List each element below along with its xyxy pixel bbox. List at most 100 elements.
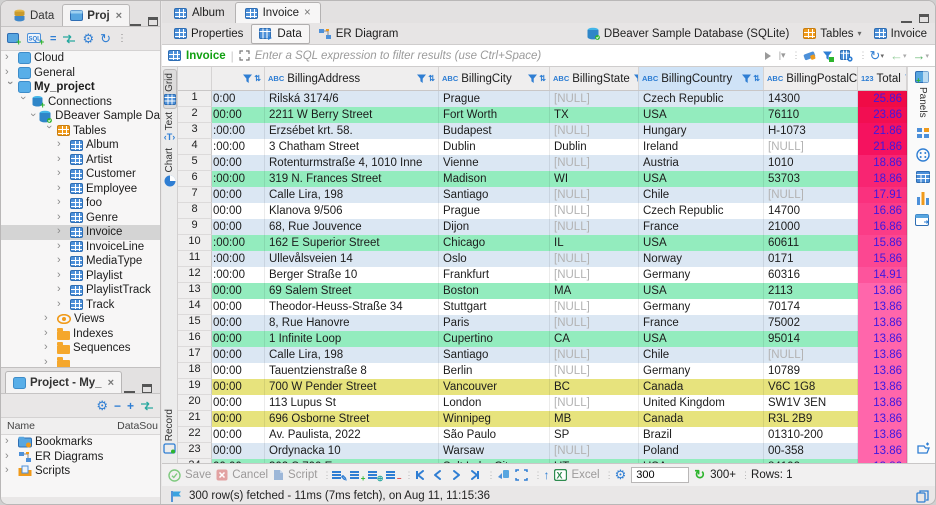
eraser-icon[interactable] bbox=[803, 50, 816, 61]
settings-gear-icon[interactable]: ⚙ bbox=[82, 31, 94, 47]
row-number[interactable]: 17 bbox=[178, 347, 212, 363]
cell-total[interactable]: 23.86 bbox=[858, 107, 907, 123]
minimize-view-icon[interactable] bbox=[130, 17, 141, 26]
value-viewer-icon[interactable] bbox=[916, 148, 930, 162]
cell-billingpostalcode[interactable]: 10789 bbox=[764, 363, 858, 379]
row-number[interactable]: 5 bbox=[178, 155, 212, 171]
cell-billingpostalcode[interactable]: 76110 bbox=[764, 107, 858, 123]
filter-funnel-icon[interactable]: ⇅ bbox=[741, 73, 760, 84]
tree-item-tables[interactable]: ›Tables bbox=[1, 124, 160, 139]
cell-billingstate[interactable]: MA bbox=[550, 283, 639, 299]
arrow-right-icon[interactable]: →▾ bbox=[912, 48, 929, 63]
cell-billingstate[interactable]: Dublin bbox=[550, 139, 639, 155]
cell-billingstate[interactable]: IL bbox=[550, 235, 639, 251]
expander-icon[interactable]: › bbox=[27, 113, 39, 117]
cell-billingpostalcode[interactable]: [NULL] bbox=[764, 139, 858, 155]
cell-billingaddress[interactable]: Rilská 3174/6 bbox=[265, 91, 439, 107]
cell-billingstate[interactable]: [NULL] bbox=[550, 251, 639, 267]
cell-billingaddress[interactable]: Ullevålsveien 14 bbox=[265, 251, 439, 267]
presentation-tab-grid[interactable]: Grid bbox=[163, 69, 177, 109]
cell-billingcountry[interactable]: Hungary bbox=[639, 123, 764, 139]
cell-total[interactable]: 13.86 bbox=[858, 427, 907, 443]
cell-billingaddress[interactable]: Rotenturmstraße 4, 1010 Inne bbox=[265, 155, 439, 171]
grid-settings-icon[interactable] bbox=[840, 50, 853, 62]
cell-billingstate[interactable]: [NULL] bbox=[550, 203, 639, 219]
cell-billingpostalcode[interactable]: 95014 bbox=[764, 331, 858, 347]
cell-billingaddress[interactable]: Calle Lira, 198 bbox=[265, 187, 439, 203]
tree-item-er-diagrams[interactable]: ›ER Diagrams bbox=[1, 450, 160, 465]
cell-billingcity[interactable]: Dublin bbox=[439, 139, 550, 155]
cell-total[interactable]: 13.86 bbox=[858, 347, 907, 363]
cell-billingcountry[interactable]: USA bbox=[639, 107, 764, 123]
cell-billingcity[interactable]: Paris bbox=[439, 315, 550, 331]
expander-icon[interactable]: › bbox=[57, 269, 67, 281]
cell-billingpostalcode[interactable]: [NULL] bbox=[764, 187, 858, 203]
cell-billingpostalcode[interactable]: 00-358 bbox=[764, 443, 858, 459]
close-icon[interactable]: × bbox=[304, 7, 311, 19]
expander-icon[interactable]: › bbox=[57, 240, 67, 252]
column-header-total[interactable]: 123Total↓ bbox=[858, 67, 907, 90]
cell-billingstate[interactable]: [NULL] bbox=[550, 315, 639, 331]
cell-billingstate[interactable]: CA bbox=[550, 331, 639, 347]
cell-billingaddress[interactable]: 696 Osborne Street bbox=[265, 411, 439, 427]
cell-billingcountry[interactable]: USA bbox=[639, 171, 764, 187]
panels-icon[interactable]: + bbox=[915, 71, 930, 84]
tree-item-general[interactable]: ›General bbox=[1, 66, 160, 81]
cell-billingstate[interactable]: [NULL] bbox=[550, 347, 639, 363]
cell-total[interactable]: 16.86 bbox=[858, 203, 907, 219]
new-sql-editor-icon[interactable]: SQL+ bbox=[27, 33, 44, 45]
cell-billingpostalcode[interactable]: V6C 1G8 bbox=[764, 379, 858, 395]
row-number[interactable]: 3 bbox=[178, 123, 212, 139]
subtab-er-diagram[interactable]: ER Diagram bbox=[310, 24, 407, 44]
cell-billingaddress[interactable]: 3 Chatham Street bbox=[265, 139, 439, 155]
cell-billingcity[interactable]: Stuttgart bbox=[439, 299, 550, 315]
cell-invoicedate[interactable]: 00:00 bbox=[212, 155, 265, 171]
cell-total[interactable]: 13.86 bbox=[858, 283, 907, 299]
record-toggle[interactable]: Record bbox=[163, 406, 176, 457]
maximize-editor-icon[interactable] bbox=[919, 14, 929, 23]
cell-billingcity[interactable]: São Paulo bbox=[439, 427, 550, 443]
cell-invoicedate[interactable]: 00:00 bbox=[212, 299, 265, 315]
column-header-postal[interactable]: ABCBillingPostalCode⇅ bbox=[764, 67, 858, 90]
tree-item-connections[interactable]: ›+Connections bbox=[1, 95, 160, 110]
fetch-more-icon[interactable]: ↻ bbox=[694, 467, 705, 483]
row-number[interactable]: 13 bbox=[178, 283, 212, 299]
cell-billingpostalcode[interactable]: H-1073 bbox=[764, 123, 858, 139]
cell-invoicedate[interactable]: :00:00 bbox=[212, 235, 265, 251]
fetch-size-input[interactable] bbox=[631, 467, 689, 483]
panels-toggle[interactable]: +Panels bbox=[915, 71, 930, 118]
minimize-view-icon[interactable] bbox=[124, 384, 135, 393]
cancel-button[interactable]: Cancel bbox=[216, 469, 268, 481]
row-number[interactable]: 11 bbox=[178, 251, 212, 267]
row-number[interactable]: 16 bbox=[178, 331, 212, 347]
column-header-num[interactable] bbox=[178, 67, 212, 90]
cell-billingcountry[interactable]: Germany bbox=[639, 363, 764, 379]
cell-billingcity[interactable]: Santiago bbox=[439, 187, 550, 203]
expander-icon[interactable]: › bbox=[44, 341, 54, 353]
fetch-more-label[interactable]: 300+ bbox=[710, 469, 736, 481]
row-number[interactable]: 9 bbox=[178, 219, 212, 235]
column-header-date[interactable]: ⇅ bbox=[212, 67, 265, 90]
cell-invoicedate[interactable]: 00:00 bbox=[212, 443, 265, 459]
cell-billingcity[interactable]: Dijon bbox=[439, 219, 550, 235]
tab-projects[interactable]: Proj × bbox=[62, 4, 130, 26]
tree-item-views[interactable]: ›Views bbox=[1, 312, 160, 327]
row-number[interactable]: 1 bbox=[178, 91, 212, 107]
row-number[interactable]: 15 bbox=[178, 315, 212, 331]
cell-billingcity[interactable]: Budapest bbox=[439, 123, 550, 139]
cell-billingaddress[interactable]: 8, Rue Hanovre bbox=[265, 315, 439, 331]
cell-invoicedate[interactable]: 0:00 bbox=[212, 91, 265, 107]
presentation-tab-chart[interactable]: Chart bbox=[164, 145, 176, 189]
expander-icon[interactable]: › bbox=[57, 283, 67, 295]
cell-total[interactable]: 21.86 bbox=[858, 139, 907, 155]
overflow-menu-icon[interactable]: ⋮ bbox=[117, 33, 127, 44]
tab-database-navigator[interactable]: Data bbox=[5, 4, 62, 26]
expand-plus-icon[interactable]: + bbox=[127, 399, 134, 413]
expander-icon[interactable]: › bbox=[57, 225, 67, 237]
breadcrumb-invoice[interactable]: Invoice bbox=[891, 28, 927, 40]
collapse-minus-icon[interactable]: − bbox=[114, 399, 121, 413]
export-excel-button[interactable]: XExcel bbox=[554, 469, 599, 481]
cell-billingaddress[interactable]: 69 Salem Street bbox=[265, 283, 439, 299]
cell-billingaddress[interactable]: 1 Infinite Loop bbox=[265, 331, 439, 347]
column-header-address[interactable]: ABCBillingAddress⇅ bbox=[265, 67, 439, 90]
